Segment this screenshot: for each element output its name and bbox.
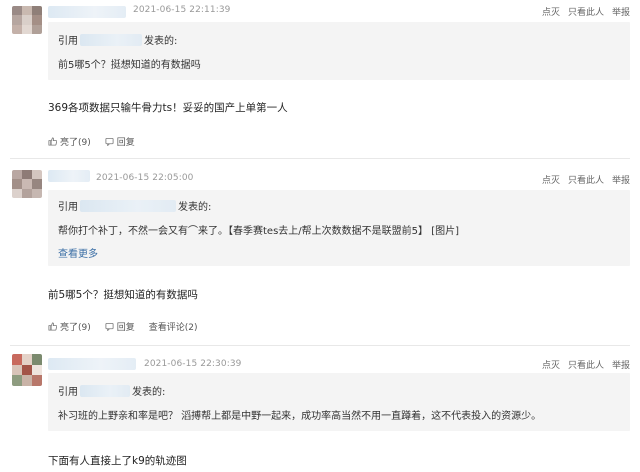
like-button[interactable]: 亮了(9) — [48, 135, 91, 148]
post-actions: 点灭 只看此人 举报 — [542, 5, 630, 18]
quote-header: 引用 发表的: — [58, 198, 211, 213]
username-blurred[interactable] — [48, 6, 126, 18]
reply-button[interactable]: 回复 — [105, 320, 135, 333]
dislike-button[interactable]: 点灭 — [542, 5, 560, 18]
avatar[interactable] — [12, 354, 42, 386]
quoted-username-blurred[interactable] — [80, 384, 130, 397]
username-blurred[interactable] — [48, 170, 90, 182]
post-body: 下面有人直接上了k9的轨迹图 — [48, 455, 187, 467]
reply-icon — [105, 322, 114, 331]
report-button[interactable]: 举报 — [612, 173, 630, 186]
report-button[interactable]: 举报 — [612, 358, 630, 371]
reply-label: 回复 — [116, 138, 135, 148]
view-comments-button[interactable]: 查看评论(2) — [149, 320, 198, 333]
reply-label: 回复 — [116, 323, 135, 333]
quote-suffix: 发表的: — [132, 387, 166, 398]
post-timestamp: 2021-06-15 22:11:39 — [133, 5, 231, 15]
only-author-button[interactable]: 只看此人 — [568, 173, 604, 186]
quoted-username-blurred[interactable] — [80, 199, 176, 212]
avatar[interactable] — [12, 6, 42, 34]
report-button[interactable]: 举报 — [612, 5, 630, 18]
quote-prefix: 引用 — [58, 202, 78, 213]
thumb-up-icon — [48, 322, 57, 331]
like-count: 亮了(9) — [60, 323, 91, 333]
quote-suffix: 发表的: — [144, 36, 178, 47]
quote-text: 前5哪5个？挺想知道的有数据吗 — [58, 60, 201, 71]
quote-block: 引用 发表的: 帮你打个补丁，不然一会又有⌒来了。【春季赛tes去上/帮上次数数… — [48, 190, 630, 266]
only-author-button[interactable]: 只看此人 — [568, 5, 604, 18]
divider — [10, 158, 630, 159]
post-bottom-actions: 亮了(9) 回复 — [48, 135, 135, 148]
view-more-link[interactable]: 查看更多 — [58, 245, 98, 260]
reply-icon — [105, 137, 114, 146]
divider — [10, 345, 630, 346]
avatar[interactable] — [12, 170, 42, 198]
reply-button[interactable]: 回复 — [105, 135, 135, 148]
quote-suffix: 发表的: — [178, 202, 212, 213]
quote-block: 引用 发表的: 前5哪5个？挺想知道的有数据吗 — [48, 22, 630, 80]
post-body: 前5哪5个？挺想知道的有数据吗 — [48, 289, 198, 301]
like-count: 亮了(9) — [60, 138, 91, 148]
like-button[interactable]: 亮了(9) — [48, 320, 91, 333]
dislike-button[interactable]: 点灭 — [542, 173, 560, 186]
only-author-button[interactable]: 只看此人 — [568, 358, 604, 371]
quote-text: 补习班的上野亲和率是吧？ 滔搏帮上都是中野一起来，成功率高当然不用一直蹲着，这不… — [58, 411, 542, 422]
post-timestamp: 2021-06-15 22:30:39 — [144, 359, 242, 369]
quoted-username-blurred[interactable] — [80, 33, 142, 46]
post-bottom-actions: 亮了(9) 回复 查看评论(2) — [48, 320, 198, 333]
quote-header: 引用 发表的: — [58, 32, 177, 47]
thumb-up-icon — [48, 137, 57, 146]
post-timestamp: 2021-06-15 22:05:00 — [96, 173, 194, 183]
quote-text: 帮你打个补丁，不然一会又有⌒来了。【春季赛tes去上/帮上次数数据不是联盟前5】… — [58, 226, 459, 237]
post-actions: 点灭 只看此人 举报 — [542, 358, 630, 371]
quote-block: 引用 发表的: 补习班的上野亲和率是吧？ 滔搏帮上都是中野一起来，成功率高当然不… — [48, 373, 630, 431]
post-body: 369各项数据只输牛骨力ts！妥妥的国产上单第一人 — [48, 102, 288, 114]
dislike-button[interactable]: 点灭 — [542, 358, 560, 371]
username-blurred[interactable] — [48, 358, 136, 370]
post-actions: 点灭 只看此人 举报 — [542, 173, 630, 186]
quote-prefix: 引用 — [58, 36, 78, 47]
quote-header: 引用 发表的: — [58, 383, 165, 398]
quote-prefix: 引用 — [58, 387, 78, 398]
